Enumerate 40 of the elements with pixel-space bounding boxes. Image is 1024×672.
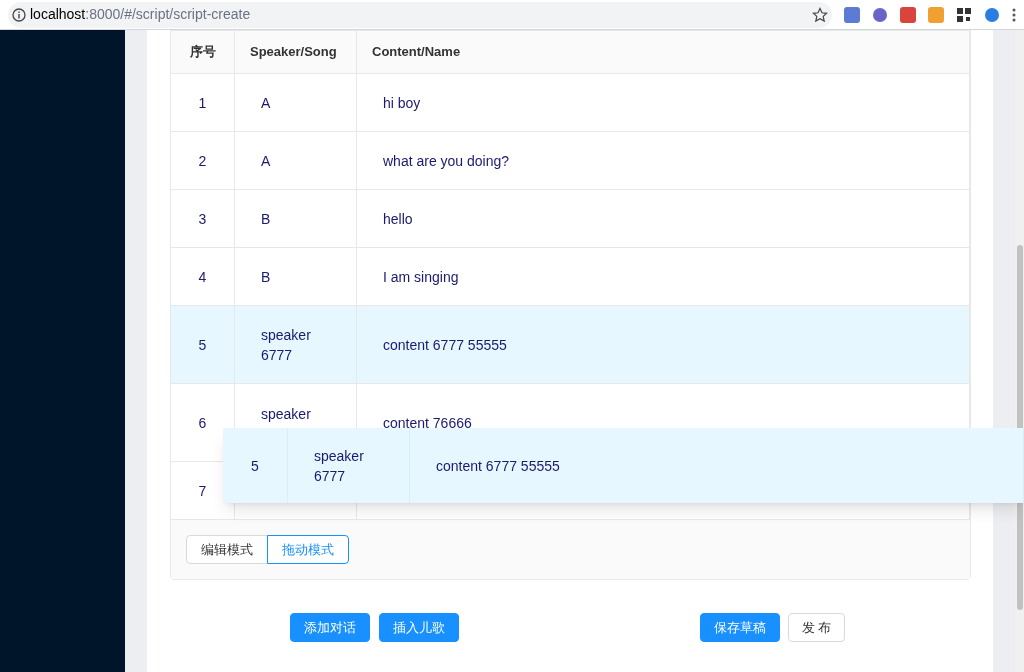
menu-icon[interactable] xyxy=(1012,7,1016,22)
table-cell-text: 6 xyxy=(198,413,207,433)
info-icon xyxy=(12,7,26,22)
mode-toggle[interactable]: 编辑模式 xyxy=(186,535,268,564)
column-header: Content/Name xyxy=(372,43,461,62)
url-host: localhost xyxy=(30,6,86,22)
table-cell-text: speaker xyxy=(261,405,311,424)
table-cell-text: A xyxy=(261,151,271,171)
column-header: 序号 xyxy=(189,43,216,62)
address-bar[interactable]: localhost:8000/#/script/script-create xyxy=(8,1,832,28)
column-header: Speaker/Song xyxy=(250,43,337,62)
table-cell-text: 4 xyxy=(198,267,207,287)
table-cell-text: content 6777 55555 xyxy=(383,335,507,355)
star-icon[interactable] xyxy=(812,6,828,23)
extension-icon[interactable] xyxy=(900,6,916,23)
table-cell-text: 5 xyxy=(198,335,207,355)
table-cell-text: B xyxy=(261,267,271,287)
table-cell-text: hi boy xyxy=(383,93,421,113)
extension-icon[interactable] xyxy=(984,6,1000,23)
table-row[interactable]: 4 B I am singing xyxy=(171,247,970,305)
extension-icon[interactable] xyxy=(844,6,860,23)
table-cell-text: 7 xyxy=(198,481,207,501)
table-cell-text: 1 xyxy=(198,93,207,113)
extension-icon[interactable] xyxy=(872,6,888,23)
table-cell-text: B xyxy=(261,209,271,229)
table-row[interactable]: 1 A hi boy xyxy=(171,73,970,131)
table-row[interactable]: 5 speaker 6777 content 6777 55555 xyxy=(171,305,970,383)
table-row[interactable]: 3 B hello xyxy=(171,189,970,247)
table-cell-text: 3 xyxy=(198,209,207,229)
dragged-row-tooltip[interactable]: 5 speaker 6777 content 6777 55555 xyxy=(223,428,1024,503)
qr-code-icon[interactable] xyxy=(956,6,972,23)
table-cell-text: 2 xyxy=(198,151,207,171)
table-cell-text: what are you doing? xyxy=(383,151,510,171)
url-path: :8000/#/script/script-create xyxy=(85,6,251,22)
table-row[interactable]: 2 A what are you doing? xyxy=(171,131,970,189)
table-cell-text: speaker 6777 xyxy=(261,325,312,365)
table-cell-text: I am singing xyxy=(383,267,459,287)
table-cell-text: A xyxy=(261,93,271,113)
table-cell-text: hello xyxy=(383,209,413,229)
publish-button[interactable]: 发 布 xyxy=(788,613,845,642)
